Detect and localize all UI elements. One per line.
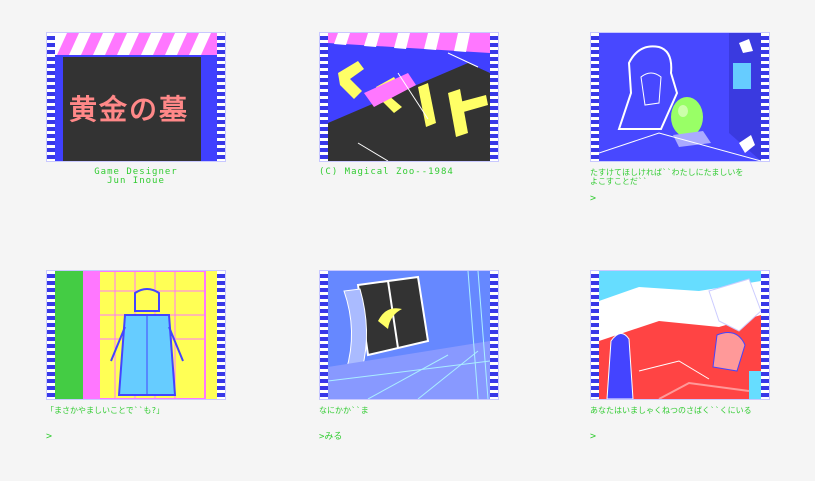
- scene-image-desert: [590, 270, 770, 400]
- film-perforation-left: [591, 271, 599, 399]
- scene-caption: 「まさかやましいことで``も?」: [46, 406, 165, 415]
- film-perforation-right: [761, 271, 769, 399]
- command-prompt[interactable]: >みる: [319, 432, 342, 442]
- scene-image-credit: [319, 32, 499, 162]
- scene-image-fortune-teller: [590, 32, 770, 162]
- command-prompt[interactable]: >: [590, 432, 596, 442]
- scene-5: なにかか``ま >みる: [319, 270, 499, 442]
- command-prompt[interactable]: >: [590, 194, 596, 204]
- scene-caption: Game Designer Jun Inoue: [94, 167, 178, 186]
- command-prompt[interactable]: >: [46, 432, 52, 442]
- window-art: [328, 271, 490, 399]
- film-perforation-right: [490, 271, 498, 399]
- film-perforation-left: [591, 33, 599, 161]
- film-perforation-right: [217, 271, 225, 399]
- doorway-art: [55, 271, 217, 399]
- scene-4: 「まさかやましいことで``も?」 >: [46, 270, 226, 442]
- film-perforation-right: [490, 33, 498, 161]
- film-perforation-left: [320, 33, 328, 161]
- credit-art: [328, 33, 490, 161]
- film-perforation-right: [761, 33, 769, 161]
- scene-caption: (C) Magical Zoo--1984: [319, 167, 454, 177]
- scene-3: たすけてほしければ``わたしにたましいをよこすことだ`` >: [590, 32, 770, 204]
- film-perforation-right: [217, 33, 225, 161]
- desert-art: [599, 271, 761, 399]
- film-perforation-left: [47, 33, 55, 161]
- film-perforation-left: [47, 271, 55, 399]
- scene-caption: たすけてほしければ``わたしにたましいをよこすことだ``: [590, 168, 744, 186]
- scene-image-doorway: [46, 270, 226, 400]
- game-title-logo: 黄金の墓: [69, 93, 190, 126]
- fortune-teller-art: [599, 33, 761, 161]
- scene-image-window: [319, 270, 499, 400]
- scene-caption: あなたはいましゃくねつのさばく``くにいる: [590, 406, 752, 415]
- scene-caption: なにかか``ま: [319, 406, 369, 415]
- scene-1: 黄金の墓 Game Designer Jun Inoue: [46, 32, 226, 186]
- scene-image-title: 黄金の墓: [46, 32, 226, 162]
- film-perforation-left: [320, 271, 328, 399]
- scene-6: あなたはいましゃくねつのさばく``くにいる >: [590, 270, 770, 442]
- scene-2: (C) Magical Zoo--1984: [319, 32, 499, 177]
